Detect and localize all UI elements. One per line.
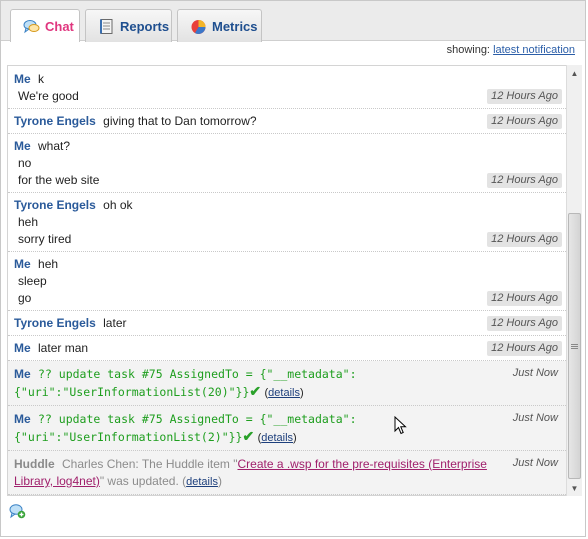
message-line: for the web site (18, 173, 100, 187)
message-sender[interactable]: Huddle (14, 457, 55, 471)
message-sender[interactable]: Tyrone Engels (14, 316, 96, 330)
message-row: Me what? no for the web site 12 Hours Ag… (8, 134, 566, 193)
mouse-cursor-icon (394, 415, 408, 436)
message-timestamp: Just Now (512, 457, 558, 469)
message-text: oh ok (103, 198, 133, 212)
scroll-up-arrow-icon[interactable]: ▲ (567, 65, 582, 81)
message-row: Me k We're good 12 Hours Ago (8, 66, 566, 109)
command-row: Me ?? update task #75 AssignedTo = {"__m… (8, 361, 566, 406)
message-sender[interactable]: Me (14, 139, 31, 153)
message-timestamp: 12 Hours Ago (487, 114, 562, 129)
message-line: sorry tired (18, 232, 72, 246)
message-line: sleep (18, 274, 47, 288)
message-sender[interactable]: Me (14, 72, 31, 86)
tab-metrics[interactable]: Metrics (177, 9, 262, 42)
message-row: Tyrone Engels giving that to Dan tomorro… (8, 109, 566, 134)
message-text: later (103, 316, 127, 330)
message-timestamp: 12 Hours Ago (487, 341, 562, 356)
scrollbar-thumb[interactable] (568, 213, 581, 479)
command-text: ?? update task #75 AssignedTo = {"__meta… (38, 412, 357, 426)
message-row: Me later man 12 Hours Ago (8, 336, 566, 361)
showing-filter: showing: latest notification (447, 44, 575, 56)
latest-notification-link[interactable]: latest notification (493, 44, 575, 56)
message-line: go (18, 291, 32, 305)
message-line: heh (18, 215, 39, 229)
details-link[interactable]: details (268, 387, 300, 399)
message-text: k (38, 72, 45, 86)
command-row: Me ?? update task #75 AssignedTo = {"__m… (8, 406, 566, 451)
message-text: later man (38, 341, 89, 355)
showing-label: showing: (446, 44, 490, 56)
message-row: Tyrone Engels oh ok heh sorry tired 12 H… (8, 193, 566, 252)
tab-bar: Chat Reports Metrics (1, 1, 585, 42)
huddle-item-link[interactable]: Library, log4net) (14, 474, 100, 488)
message-line: no (18, 156, 32, 170)
message-text: giving that to Dan tomorrow? (103, 114, 257, 128)
chat-panel: Chat Reports Metrics showing: latest not… (0, 0, 586, 537)
tab-chat-label: Chat (45, 18, 74, 34)
huddle-text: " was updated. ( (99, 474, 187, 488)
message-sender[interactable]: Me (14, 257, 31, 271)
tab-reports[interactable]: Reports (85, 9, 172, 42)
pie-chart-icon (190, 18, 207, 35)
message-row: Me heh sleep go 12 Hours Ago (8, 252, 566, 311)
huddle-text: Charles Chen: The Huddle item " (62, 457, 238, 471)
message-timestamp: 12 Hours Ago (487, 316, 562, 331)
huddle-text: ) (217, 474, 222, 488)
tab-chat[interactable]: Chat (10, 9, 80, 42)
new-chat-icon[interactable] (9, 503, 26, 519)
scroll-down-arrow-icon[interactable]: ▼ (567, 480, 582, 496)
notepad-icon (98, 18, 115, 35)
huddle-item-link[interactable]: Create a .wsp for the pre-requisites (En… (237, 457, 486, 471)
checkmark-icon: ✔ (249, 383, 262, 399)
command-text: {"uri":"UserInformationList(20)"}} (14, 385, 250, 399)
chat-bubbles-icon (23, 18, 40, 35)
message-timestamp: Just Now (512, 412, 558, 424)
message-timestamp: 12 Hours Ago (487, 173, 562, 188)
command-text: {"uri":"UserInformationList(2)"}} (14, 430, 243, 444)
command-text: ?? update task #75 AssignedTo = {"__meta… (38, 367, 357, 381)
message-sender[interactable]: Me (14, 412, 31, 426)
message-timestamp: Just Now (512, 367, 558, 379)
details-link[interactable]: details (186, 476, 218, 488)
message-list: Me k We're good 12 Hours Ago Tyrone Enge… (8, 66, 566, 495)
details-link[interactable]: details (261, 432, 293, 444)
huddle-row: Huddle Charles Chen: The Huddle item "Cr… (8, 451, 566, 495)
message-timestamp: 12 Hours Ago (487, 291, 562, 306)
message-sender[interactable]: Me (14, 367, 31, 381)
feed-scrollbar[interactable]: ▲ ▼ (566, 65, 582, 496)
tab-metrics-label: Metrics (212, 18, 258, 34)
message-feed[interactable]: Me k We're good 12 Hours Ago Tyrone Enge… (7, 65, 582, 496)
message-text: what? (38, 139, 71, 153)
message-line: We're good (18, 89, 79, 103)
message-sender[interactable]: Tyrone Engels (14, 198, 96, 212)
message-timestamp: 12 Hours Ago (487, 89, 562, 104)
message-sender[interactable]: Tyrone Engels (14, 114, 96, 128)
checkmark-icon: ✔ (242, 428, 255, 444)
message-text: heh (38, 257, 59, 271)
message-row: Tyrone Engels later 12 Hours Ago (8, 311, 566, 336)
tab-reports-label: Reports (120, 18, 170, 34)
message-timestamp: 12 Hours Ago (487, 232, 562, 247)
message-sender[interactable]: Me (14, 341, 31, 355)
